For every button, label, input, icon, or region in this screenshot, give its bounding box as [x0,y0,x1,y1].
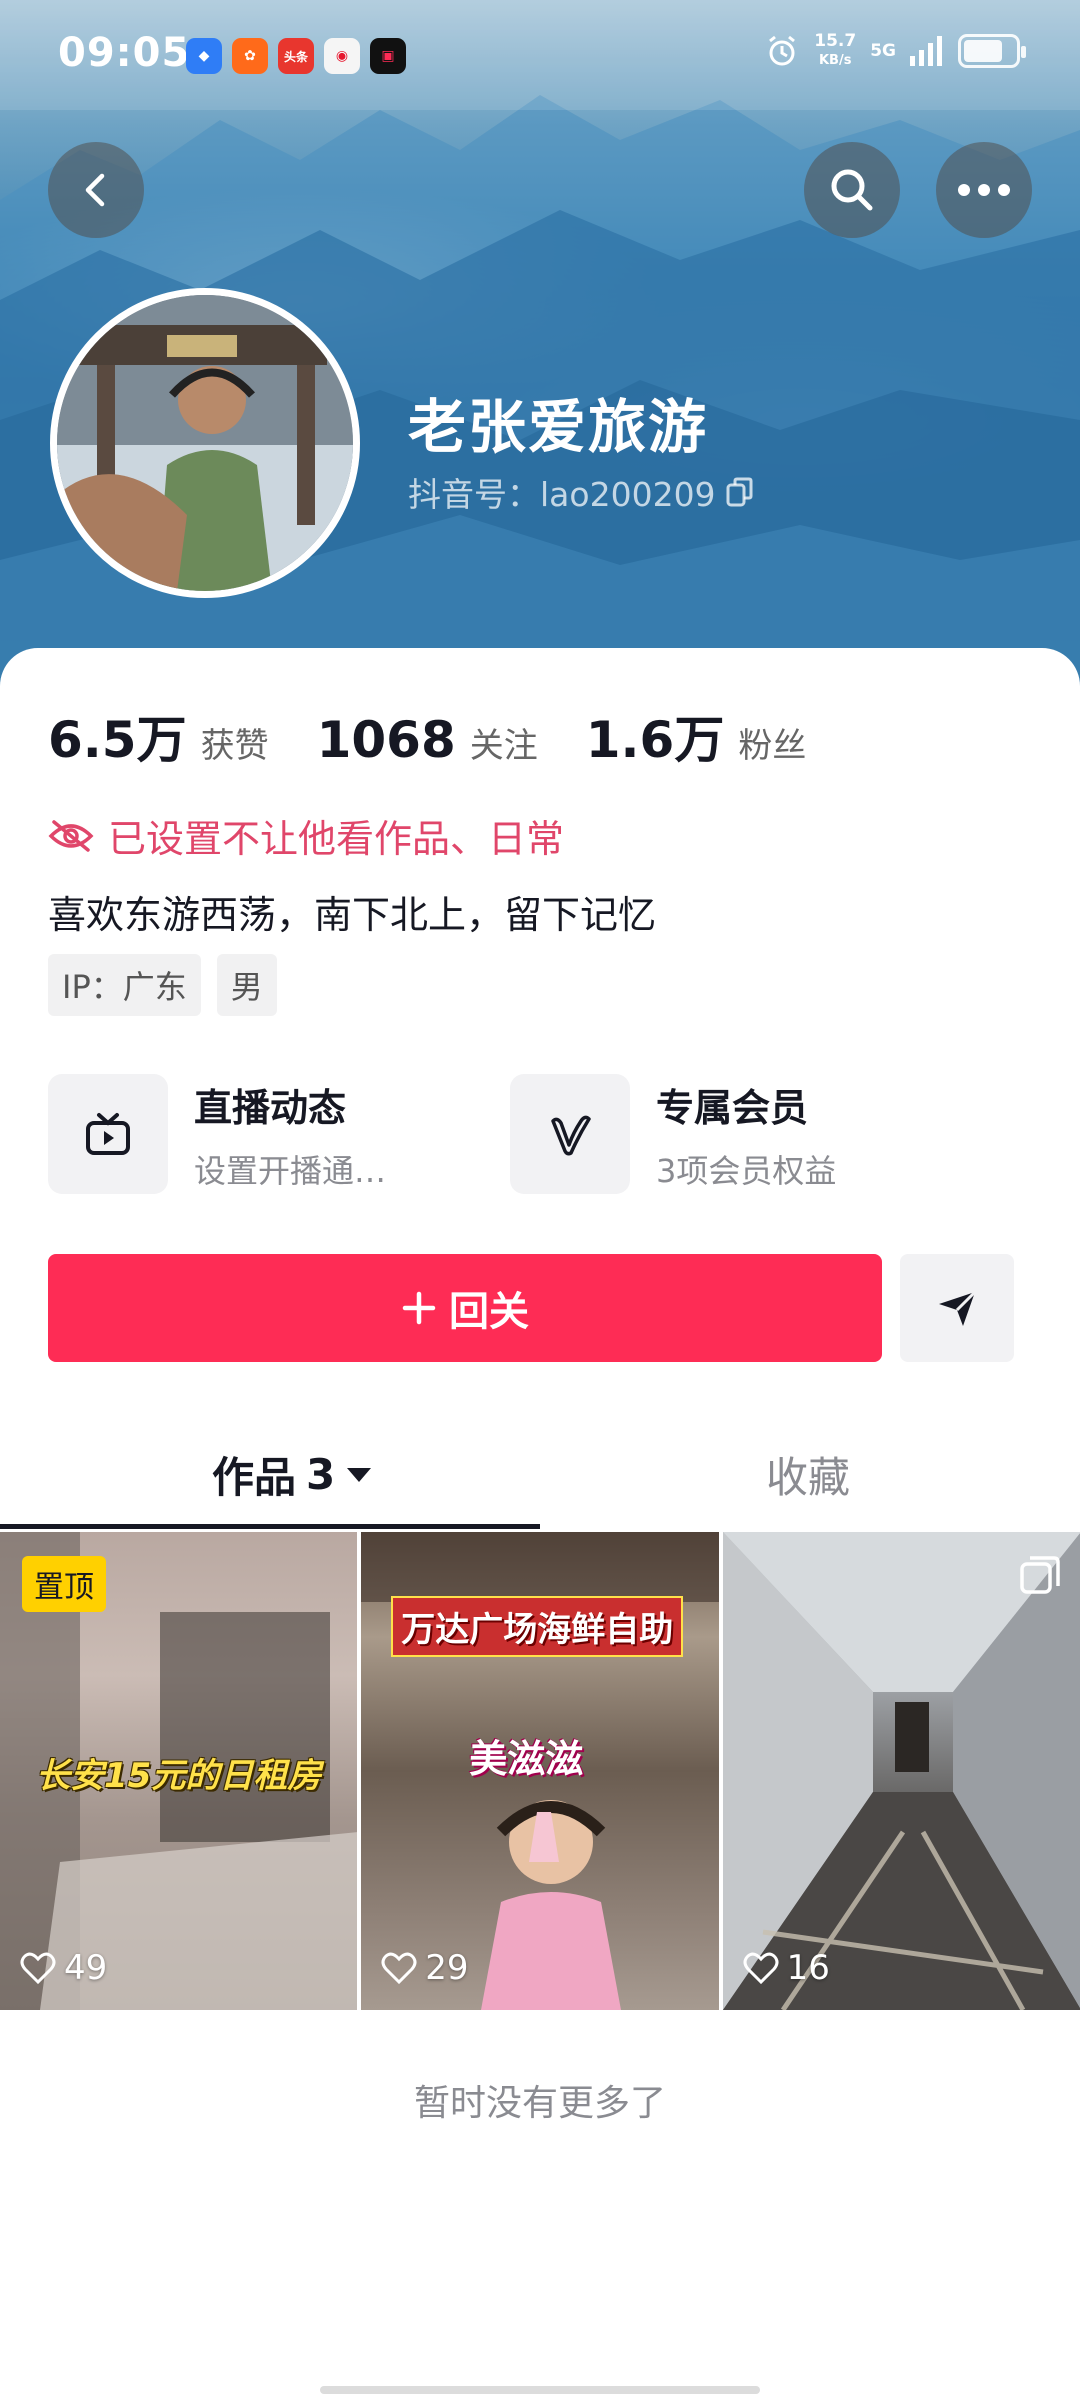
back-button[interactable] [48,142,144,238]
live-entry-subtitle: 设置开播通… [194,1151,387,1190]
live-icon-box [48,1074,168,1194]
video-caption: 长安15元的日租房 [36,1756,322,1796]
signal-icon [910,36,942,66]
douyin-id-text: 抖音号：lao200209 [408,475,716,514]
no-more-text: 暂时没有更多了 [413,2083,666,2124]
toutiao-icon: 头条 [278,38,314,74]
likes-count: 6.5万 [48,711,187,769]
status-time: 09:05 [58,30,191,76]
following-label[interactable]: 关注 [470,718,538,767]
profile-stats: 6.5万 获赞 1068 关注 1.6万 粉丝 [48,700,854,772]
home-indicator[interactable] [320,2386,760,2394]
tv-icon [86,1113,130,1155]
tab-works-count: 3 [306,1450,336,1499]
gender-tag: 男 [216,954,277,1016]
battery-fill [964,40,1002,62]
profile-page: 09:05 ◆ ✿ 头条 ◉ ▣ 15.7 KB/s 5G 老张爱旅游 抖音号：… [0,0,1080,2400]
bio: 喜欢东游西荡，南下北上，留下记忆 [48,893,657,937]
network-type: 5G [870,41,896,61]
followers-count[interactable]: 1.6万 [586,700,725,772]
douyin-id[interactable]: 抖音号：lao200209 [408,468,754,516]
privacy-notice[interactable]: 已设置不让他看作品、日常 [48,808,564,863]
membership-entry-text: 专属会员 3项会员权益 [656,1077,836,1192]
app-icon-blue: ◆ [186,38,222,74]
profile-tags: IP：广东 男 [48,954,277,1016]
video-item[interactable]: 16 [722,1532,1080,2010]
battery-icon [958,34,1026,68]
membership-entry[interactable]: 专属会员 3项会员权益 [510,1074,836,1194]
more-button[interactable] [936,142,1032,238]
avatar-photo [57,295,353,591]
heart-icon [20,1952,56,1985]
likes-label: 获赞 [200,726,269,766]
video-item[interactable]: 万达广场海鲜自助 美滋滋 29 [361,1532,719,2010]
video-thumbnail-3 [722,1532,1080,2010]
eye-hidden-icon [48,819,94,852]
live-updates-entry[interactable]: 直播动态 设置开播通… [48,1074,386,1194]
video-likes-count: 49 [64,1948,108,1988]
status-app-icons: ◆ ✿ 头条 ◉ ▣ [186,38,406,74]
video-item[interactable]: 置顶 长安15元的日租房 49 [0,1532,358,2010]
active-tab-indicator [0,1524,540,1529]
net-speed-value: 15.7 [814,31,857,51]
followers-label[interactable]: 粉丝 [738,718,806,767]
avatar[interactable] [50,288,360,598]
tab-favorites[interactable]: 收藏 [766,1444,850,1505]
multi-image-icon [1020,1556,1060,1594]
weibo-icon: ◉ [324,38,360,74]
status-bar: 09:05 ◆ ✿ 头条 ◉ ▣ 15.7 KB/s 5G [0,0,1080,110]
membership-entry-title: 专属会员 [656,1085,809,1130]
ip-tag: IP：广东 [48,954,201,1016]
video-caption-top: 万达广场海鲜自助 [391,1596,684,1657]
net-speed: 15.7 KB/s [814,32,856,70]
follow-back-label: 回关 [449,1289,529,1335]
status-right: 15.7 KB/s 5G [764,32,1026,70]
membership-entry-subtitle: 3项会员权益 [656,1151,837,1190]
more-dots-icon [958,184,1010,196]
video-likes: 16 [743,1948,830,1988]
chevron-left-icon [85,173,105,207]
heart-icon [381,1952,417,1985]
video-grid: 置顶 长安15元的日租房 49 万达广场海鲜自助 美滋滋 29 16 [0,1532,1080,2010]
send-icon [939,1290,977,1326]
video-likes: 29 [381,1948,469,1988]
app-icon-orange: ✿ [232,38,268,74]
message-button[interactable] [900,1254,1014,1362]
video-likes-count: 29 [425,1948,469,1988]
v-badge-icon [551,1115,591,1156]
live-entry-title: 直播动态 [194,1085,347,1130]
video-caption-mid: 美滋滋 [469,1737,584,1781]
video-likes-count: 16 [786,1948,830,1988]
heart-icon [743,1952,779,1985]
caret-down-icon[interactable] [345,1465,373,1485]
net-speed-unit: KB/s [818,53,852,68]
plus-icon [402,1291,436,1325]
video-app-icon: ▣ [370,38,406,74]
follow-back-button[interactable]: 回关 [48,1254,882,1362]
live-entry-text: 直播动态 设置开播通… [194,1077,386,1192]
tab-works-label: 作品 [212,1453,297,1502]
search-button[interactable] [804,142,900,238]
nickname: 老张爱旅游 [408,393,709,461]
search-icon [831,169,873,211]
tab-works[interactable]: 作品 3 [212,1444,373,1505]
copy-icon[interactable] [726,477,754,507]
alarm-icon [769,35,796,66]
following-count[interactable]: 1068 [317,711,456,769]
content-tabs: 作品 3 收藏 [0,1420,1080,1530]
video-likes: 49 [20,1948,107,1988]
privacy-notice-text: 已设置不让他看作品、日常 [108,817,565,861]
membership-icon-box [510,1074,630,1194]
pinned-badge: 置顶 [22,1556,106,1612]
